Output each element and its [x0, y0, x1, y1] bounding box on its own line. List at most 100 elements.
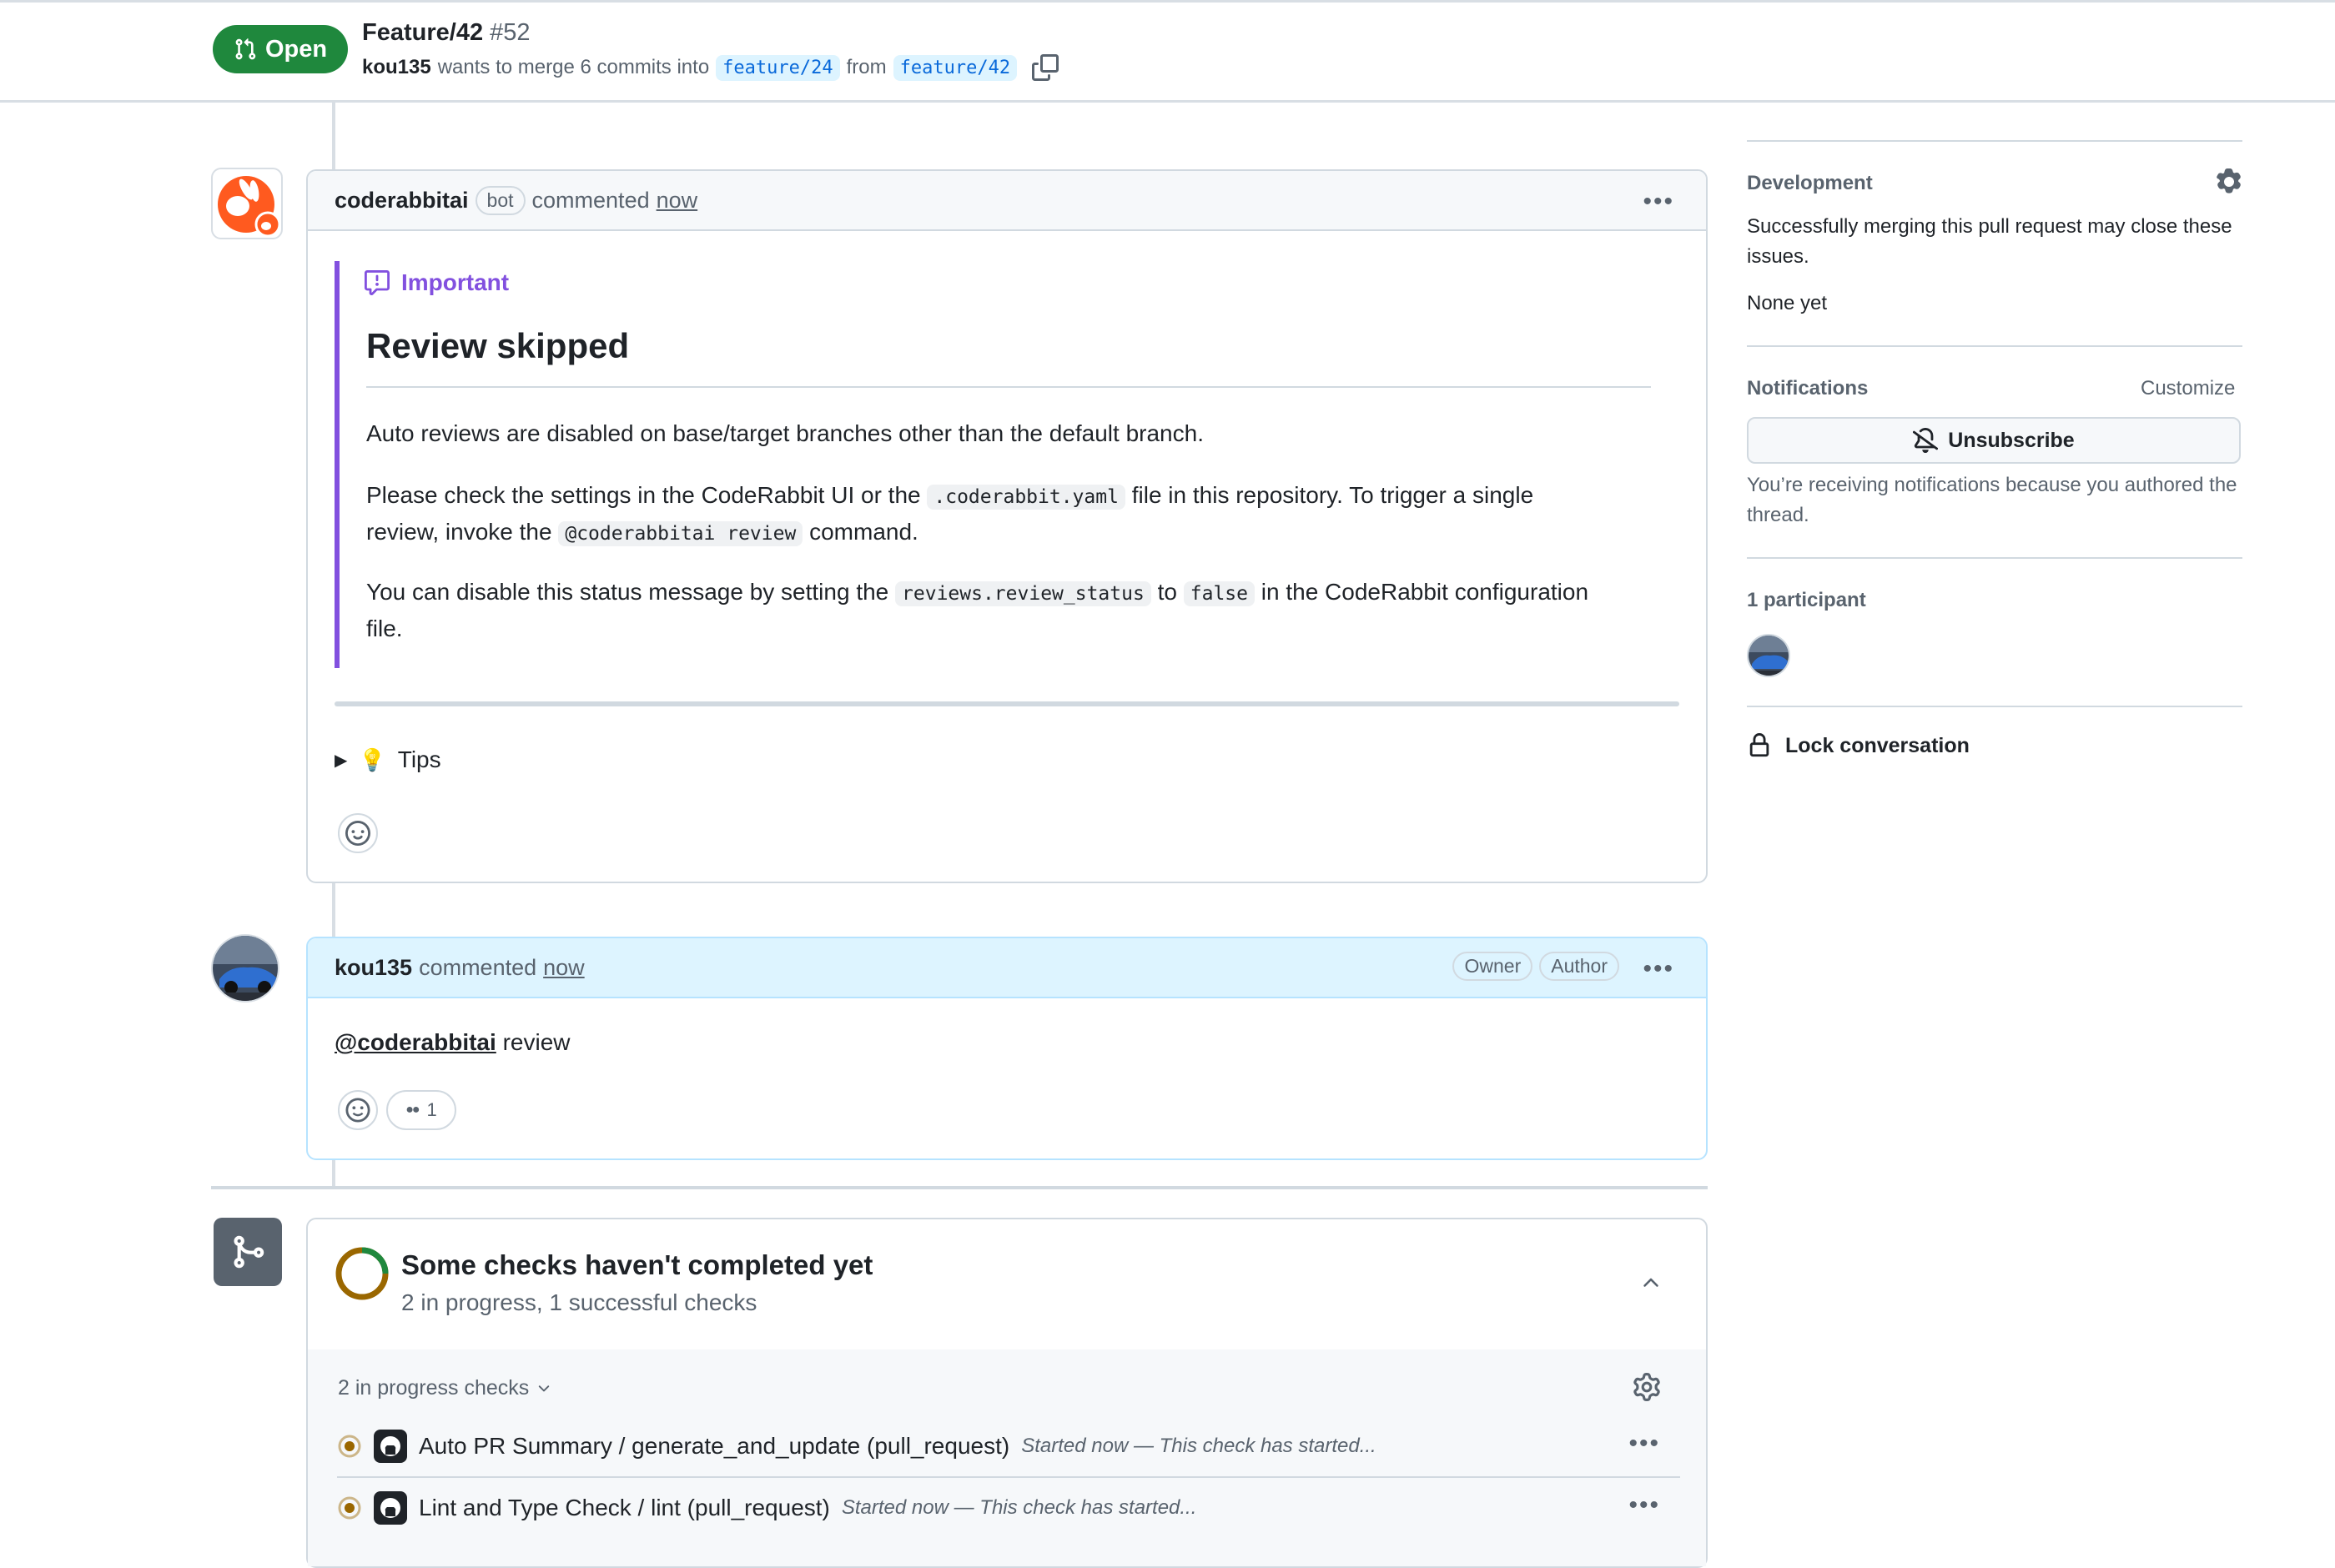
sidebar-divider	[1747, 706, 2242, 707]
comment-action: commented	[531, 187, 650, 213]
add-reaction-button[interactable]	[338, 813, 378, 853]
head-branch[interactable]: feature/42	[893, 54, 1018, 81]
paragraph-disable-status: You can disable this status message by s…	[366, 575, 1668, 646]
sidebar-divider	[1747, 345, 2242, 347]
heading-rule	[366, 386, 1651, 388]
development-description: Successfully merging this pull request m…	[1747, 215, 2232, 268]
participants-heading: 1 participant	[1747, 589, 1866, 611]
check-name: Auto PR Summary / generate_and_update (p…	[419, 1433, 1010, 1459]
check-name: Lint and Type Check / lint (pull_request…	[419, 1495, 830, 1520]
author-comment: kou135 commented now Owner Author ••• @c…	[306, 937, 1708, 1160]
add-reaction-button[interactable]	[338, 1090, 378, 1130]
important-alert: Important Review skipped Auto reviews ar…	[335, 261, 1658, 668]
unsubscribe-label: Unsubscribe	[1948, 428, 2075, 452]
lock-conversation-label: Lock conversation	[1785, 733, 1970, 757]
chevron-up-icon[interactable]	[1639, 1271, 1663, 1294]
comment-action: commented	[419, 954, 537, 980]
checks-subtitle: 2 in progress, 1 successful checks	[401, 1289, 757, 1315]
inline-code-config: .coderabbit.yaml	[927, 485, 1125, 510]
alert-title: Important	[365, 269, 509, 296]
lock-conversation-link[interactable]: Lock conversation	[1747, 732, 1970, 759]
comment-author-link[interactable]: kou135	[335, 955, 412, 981]
pr-author-link[interactable]: kou135	[362, 56, 431, 79]
check-status: Started now — This check has started...	[841, 1496, 1197, 1519]
pr-sticky-header: Open Feature/42 #52 kou135 wants to merg…	[0, 0, 2335, 103]
from-text: from	[846, 56, 887, 78]
pr-number: #52	[490, 19, 531, 46]
check-status: Started now — This check has started...	[1021, 1435, 1376, 1457]
kebab-menu-icon[interactable]: •••	[1628, 1491, 1660, 1520]
chevron-down-icon	[539, 1385, 550, 1391]
eyes-reaction-button[interactable]: ●● 1	[386, 1090, 456, 1130]
inline-code-setting: reviews.review_status	[895, 581, 1151, 606]
merge-text: wants to merge 6 commits into	[437, 56, 710, 78]
author-comment-body: @coderabbitai review	[335, 1025, 571, 1060]
p3-text-d: file.	[366, 616, 403, 641]
inline-code-false: false	[1183, 581, 1255, 606]
coderabbit-avatar[interactable]	[211, 168, 283, 239]
lock-icon	[1749, 733, 1769, 757]
github-logo-icon	[374, 1430, 407, 1463]
comment-author-link[interactable]: coderabbitai	[335, 188, 469, 214]
tips-details-toggle[interactable]: ▶ 💡 Tips	[335, 746, 441, 773]
owner-badge: Owner	[1452, 952, 1533, 981]
git-merge-icon	[234, 1235, 264, 1269]
gear-icon[interactable]	[1633, 1373, 1661, 1401]
merge-section-divider	[211, 1186, 1708, 1189]
participant-avatar[interactable]	[1747, 634, 1790, 677]
pr-title-text[interactable]: Feature/42	[362, 19, 483, 46]
pr-title: Feature/42 #52	[362, 19, 531, 47]
customize-notifications-link[interactable]: Customize	[2141, 377, 2235, 400]
pending-dot-icon	[338, 1496, 361, 1520]
notification-reason: You’re receiving notifications because y…	[1747, 474, 2237, 526]
inline-code-command: @coderabbitai review	[558, 521, 803, 546]
bot-comment: coderabbitai bot commented now ••• Impor…	[306, 169, 1708, 883]
copy-icon[interactable]	[1032, 54, 1059, 81]
kebab-menu-icon[interactable]: •••	[1643, 188, 1674, 216]
base-branch[interactable]: feature/24	[716, 54, 840, 81]
check-row[interactable]: Lint and Type Check / lint (pull_request…	[337, 1478, 1680, 1538]
group-label: 2 in progress checks	[338, 1376, 530, 1400]
paragraph-check-settings: Please check the settings in the CodeRab…	[366, 478, 1668, 551]
sidebar-divider	[1747, 140, 2242, 142]
p2-text-b: file in this repository. To trigger a si…	[1131, 482, 1534, 508]
checks-summary-header[interactable]: Some checks haven't completed yet 2 in p…	[308, 1219, 1706, 1351]
comment-timestamp[interactable]: now	[543, 955, 585, 981]
pr-merge-summary: kou135 wants to merge 6 commits into fea…	[362, 54, 1059, 81]
in-progress-group-toggle[interactable]: 2 in progress checks	[338, 1376, 552, 1400]
report-icon	[365, 270, 390, 295]
eyes-reaction-count: 1	[426, 1099, 437, 1120]
checks-title: Some checks haven't completed yet	[401, 1249, 873, 1280]
review-skipped-heading: Review skipped	[366, 326, 630, 365]
p3-text-b: to	[1157, 579, 1177, 605]
notifications-heading: Notifications	[1747, 377, 1869, 400]
pending-dot-icon	[338, 1435, 361, 1458]
kebab-menu-icon[interactable]: •••	[1643, 955, 1674, 983]
bell-slash-icon	[1913, 428, 1939, 453]
role-badges: Owner Author	[1452, 952, 1619, 981]
smiley-icon	[345, 1098, 370, 1123]
paragraph-auto-reviews: Auto reviews are disabled on base/target…	[366, 416, 1659, 451]
rabbit-logo-icon	[218, 176, 281, 238]
eyes-icon: ●●	[405, 1103, 420, 1117]
mention-link[interactable]: @coderabbitai	[335, 1029, 496, 1055]
alert-label: Important	[401, 269, 510, 295]
user-photo-icon	[1749, 636, 1789, 676]
author-badge: Author	[1539, 952, 1619, 981]
pr-state-label: Open	[264, 35, 328, 63]
kebab-menu-icon[interactable]: •••	[1628, 1430, 1660, 1458]
comment-timestamp[interactable]: now	[657, 188, 698, 214]
gear-icon[interactable]	[2216, 168, 2242, 195]
development-heading: Development	[1747, 172, 1873, 194]
p1-text: Auto reviews are disabled on base/target…	[366, 420, 1204, 446]
disclosure-triangle-icon: ▶	[335, 751, 348, 770]
p3-text-a: You can disable this status message by s…	[366, 579, 889, 605]
bot-badge: bot	[475, 185, 526, 215]
unsubscribe-button[interactable]: Unsubscribe	[1747, 417, 2241, 464]
kou135-avatar[interactable]	[211, 934, 279, 1003]
user-photo-icon	[213, 936, 278, 1001]
check-row[interactable]: Auto PR Summary / generate_and_update (p…	[337, 1416, 1680, 1476]
author-comment-header: kou135 commented now Owner Author •••	[308, 938, 1706, 998]
pr-state-badge: Open	[213, 25, 348, 73]
bot-comment-header: coderabbitai bot commented now •••	[308, 171, 1706, 231]
